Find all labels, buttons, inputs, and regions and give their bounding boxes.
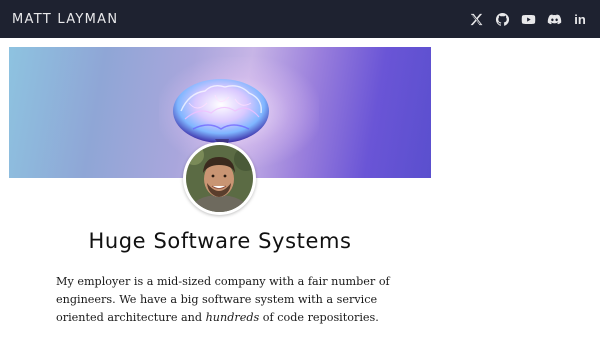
author-avatar — [183, 142, 256, 215]
paragraph-text: of code repositories. — [259, 311, 379, 324]
author-photo — [186, 145, 253, 212]
x-twitter-icon — [470, 13, 482, 25]
social-links: in — [468, 11, 588, 27]
post-body: My employer is a mid-sized company with … — [56, 273, 406, 327]
linkedin-icon: in — [574, 11, 586, 27]
site-header: MATT LAYMAN in — [0, 0, 600, 38]
post-title: Huge Software Systems — [88, 229, 352, 253]
linkedin-link[interactable]: in — [572, 11, 588, 27]
youtube-link[interactable] — [520, 11, 536, 27]
youtube-icon — [521, 14, 535, 24]
github-link[interactable] — [494, 11, 510, 27]
paragraph: My employer is a mid-sized company with … — [56, 273, 406, 327]
github-icon — [495, 12, 509, 26]
discord-link[interactable] — [546, 11, 562, 27]
emphasis-text: hundreds — [205, 311, 260, 324]
discord-icon — [547, 14, 561, 24]
x-twitter-link[interactable] — [468, 11, 484, 27]
site-title-link[interactable]: MATT LAYMAN — [12, 12, 118, 27]
